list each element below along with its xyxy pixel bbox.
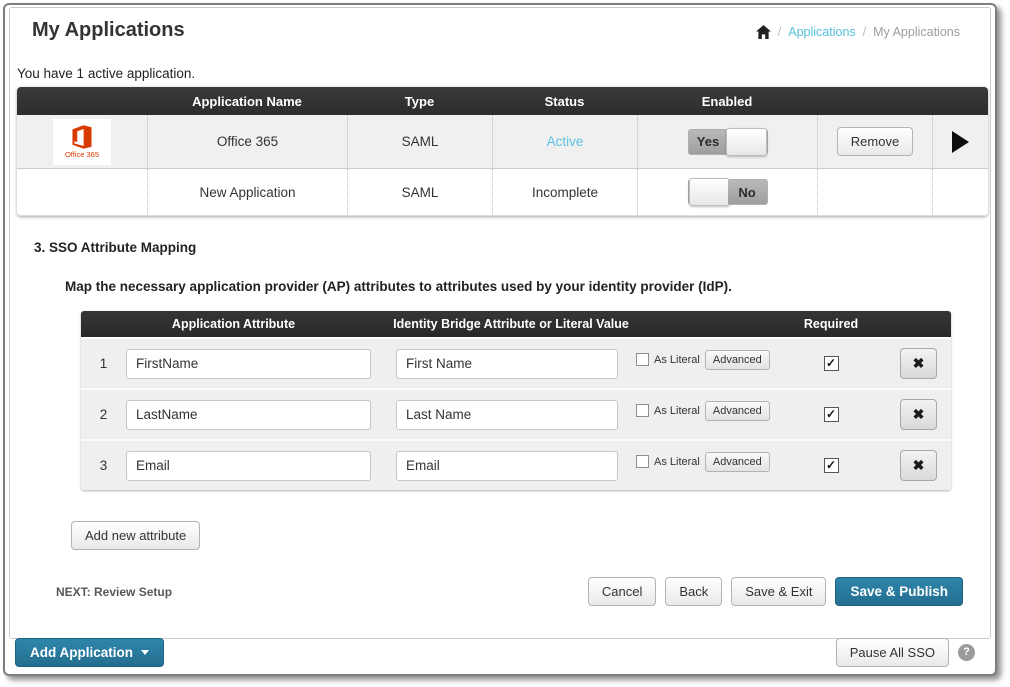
- status-badge: Active: [547, 134, 584, 149]
- row-index: 1: [81, 356, 126, 371]
- icon-placeholder: [17, 169, 147, 215]
- collapse-arrow-icon[interactable]: [952, 131, 969, 153]
- applications-table: Application Name Type Status Enabled Off…: [17, 87, 988, 216]
- home-icon[interactable]: [756, 25, 771, 39]
- breadcrumb-separator: /: [778, 25, 781, 39]
- as-literal-checkbox[interactable]: [636, 455, 649, 468]
- header-type: Type: [347, 87, 492, 115]
- toggle-knob[interactable]: [689, 178, 730, 206]
- header-spacer: [932, 87, 988, 115]
- next-step-label: NEXT: Review Setup: [56, 585, 172, 599]
- office-365-logo: Office 365: [53, 119, 111, 165]
- application-type: SAML: [347, 169, 492, 215]
- attribute-mapping-table: Application Attribute Identity Bridge At…: [81, 311, 951, 490]
- as-literal-checkbox[interactable]: [636, 404, 649, 417]
- as-literal-label: As Literal: [654, 405, 700, 417]
- arrow-placeholder: [932, 169, 988, 215]
- row-index: 3: [81, 458, 126, 473]
- help-icon[interactable]: ?: [958, 644, 975, 661]
- application-attribute-input[interactable]: [126, 451, 371, 481]
- remove-button[interactable]: Remove: [837, 127, 913, 156]
- cancel-button[interactable]: Cancel: [588, 577, 656, 606]
- header-status: Status: [492, 87, 637, 115]
- content-panel: My Applications / Applications / My Appl…: [9, 7, 991, 639]
- mapping-instruction: Map the necessary application provider (…: [65, 279, 990, 294]
- breadcrumb-current: My Applications: [873, 25, 960, 39]
- as-literal-label: As Literal: [654, 456, 700, 468]
- save-publish-button[interactable]: Save & Publish: [835, 577, 963, 606]
- office-365-icon: [69, 124, 95, 150]
- delete-attribute-button[interactable]: ✖: [900, 450, 937, 481]
- required-checkbox[interactable]: ✓: [824, 407, 839, 422]
- as-literal-checkbox[interactable]: [636, 353, 649, 366]
- advanced-button[interactable]: Advanced: [705, 401, 770, 421]
- application-name: Office 365: [147, 115, 347, 168]
- header-application-name: Application Name: [147, 87, 347, 115]
- application-attribute-input[interactable]: [126, 400, 371, 430]
- application-type: SAML: [347, 115, 492, 168]
- delete-attribute-button[interactable]: ✖: [900, 399, 937, 430]
- toggle-label: No: [728, 180, 767, 204]
- office-365-caption: Office 365: [65, 151, 99, 159]
- application-row-new: New Application SAML Incomplete No: [17, 168, 988, 216]
- bridge-attribute-input[interactable]: [396, 451, 618, 481]
- application-attribute-input[interactable]: [126, 349, 371, 379]
- add-application-label: Add Application: [30, 645, 133, 660]
- section-heading: 3. SSO Attribute Mapping: [34, 240, 990, 255]
- status-badge: Incomplete: [492, 169, 637, 215]
- bridge-attribute-input[interactable]: [396, 400, 618, 430]
- enabled-toggle[interactable]: No: [688, 179, 768, 205]
- back-button[interactable]: Back: [665, 577, 722, 606]
- toggle-label: Yes: [689, 130, 728, 154]
- required-checkbox[interactable]: ✓: [824, 458, 839, 473]
- header-spacer: [817, 87, 932, 115]
- header-enabled: Enabled: [637, 87, 817, 115]
- toggle-knob[interactable]: [726, 128, 767, 156]
- add-application-button[interactable]: Add Application: [15, 638, 164, 667]
- application-row-office365: Office 365 Office 365 SAML Active Yes Re…: [17, 115, 988, 168]
- caret-down-icon: [141, 650, 149, 655]
- add-new-attribute-button[interactable]: Add new attribute: [71, 521, 200, 550]
- applications-table-header: Application Name Type Status Enabled: [17, 87, 988, 115]
- header-application-attribute: Application Attribute: [81, 317, 386, 331]
- as-literal-label: As Literal: [654, 354, 700, 366]
- attribute-row: 1 As Literal Advanced ✓ ✖: [81, 337, 951, 388]
- app-window: My Applications / Applications / My Appl…: [3, 3, 997, 676]
- footer-bar: Add Application Pause All SSO ?: [13, 638, 987, 668]
- header-spacer: [17, 87, 147, 115]
- save-exit-button[interactable]: Save & Exit: [731, 577, 826, 606]
- application-name: New Application: [147, 169, 347, 215]
- advanced-button[interactable]: Advanced: [705, 350, 770, 370]
- bridge-attribute-input[interactable]: [396, 349, 618, 379]
- breadcrumb: / Applications / My Applications: [756, 25, 960, 39]
- advanced-button[interactable]: Advanced: [705, 452, 770, 472]
- attribute-row: 3 As Literal Advanced ✓ ✖: [81, 439, 951, 490]
- breadcrumb-link-applications[interactable]: Applications: [788, 25, 855, 39]
- row-index: 2: [81, 407, 126, 422]
- attribute-row: 2 As Literal Advanced ✓ ✖: [81, 388, 951, 439]
- attribute-table-header: Application Attribute Identity Bridge At…: [81, 311, 951, 337]
- remove-placeholder: [817, 169, 932, 215]
- breadcrumb-separator: /: [863, 25, 866, 39]
- wizard-actions: NEXT: Review Setup Cancel Back Save & Ex…: [10, 577, 990, 607]
- pause-all-sso-button[interactable]: Pause All SSO: [836, 638, 949, 667]
- delete-attribute-button[interactable]: ✖: [900, 348, 937, 379]
- required-checkbox[interactable]: ✓: [824, 356, 839, 371]
- header-required: Required: [776, 317, 886, 331]
- enabled-toggle[interactable]: Yes: [688, 129, 768, 155]
- header-bridge-attribute: Identity Bridge Attribute or Literal Val…: [386, 317, 636, 331]
- active-application-summary: You have 1 active application.: [17, 66, 990, 81]
